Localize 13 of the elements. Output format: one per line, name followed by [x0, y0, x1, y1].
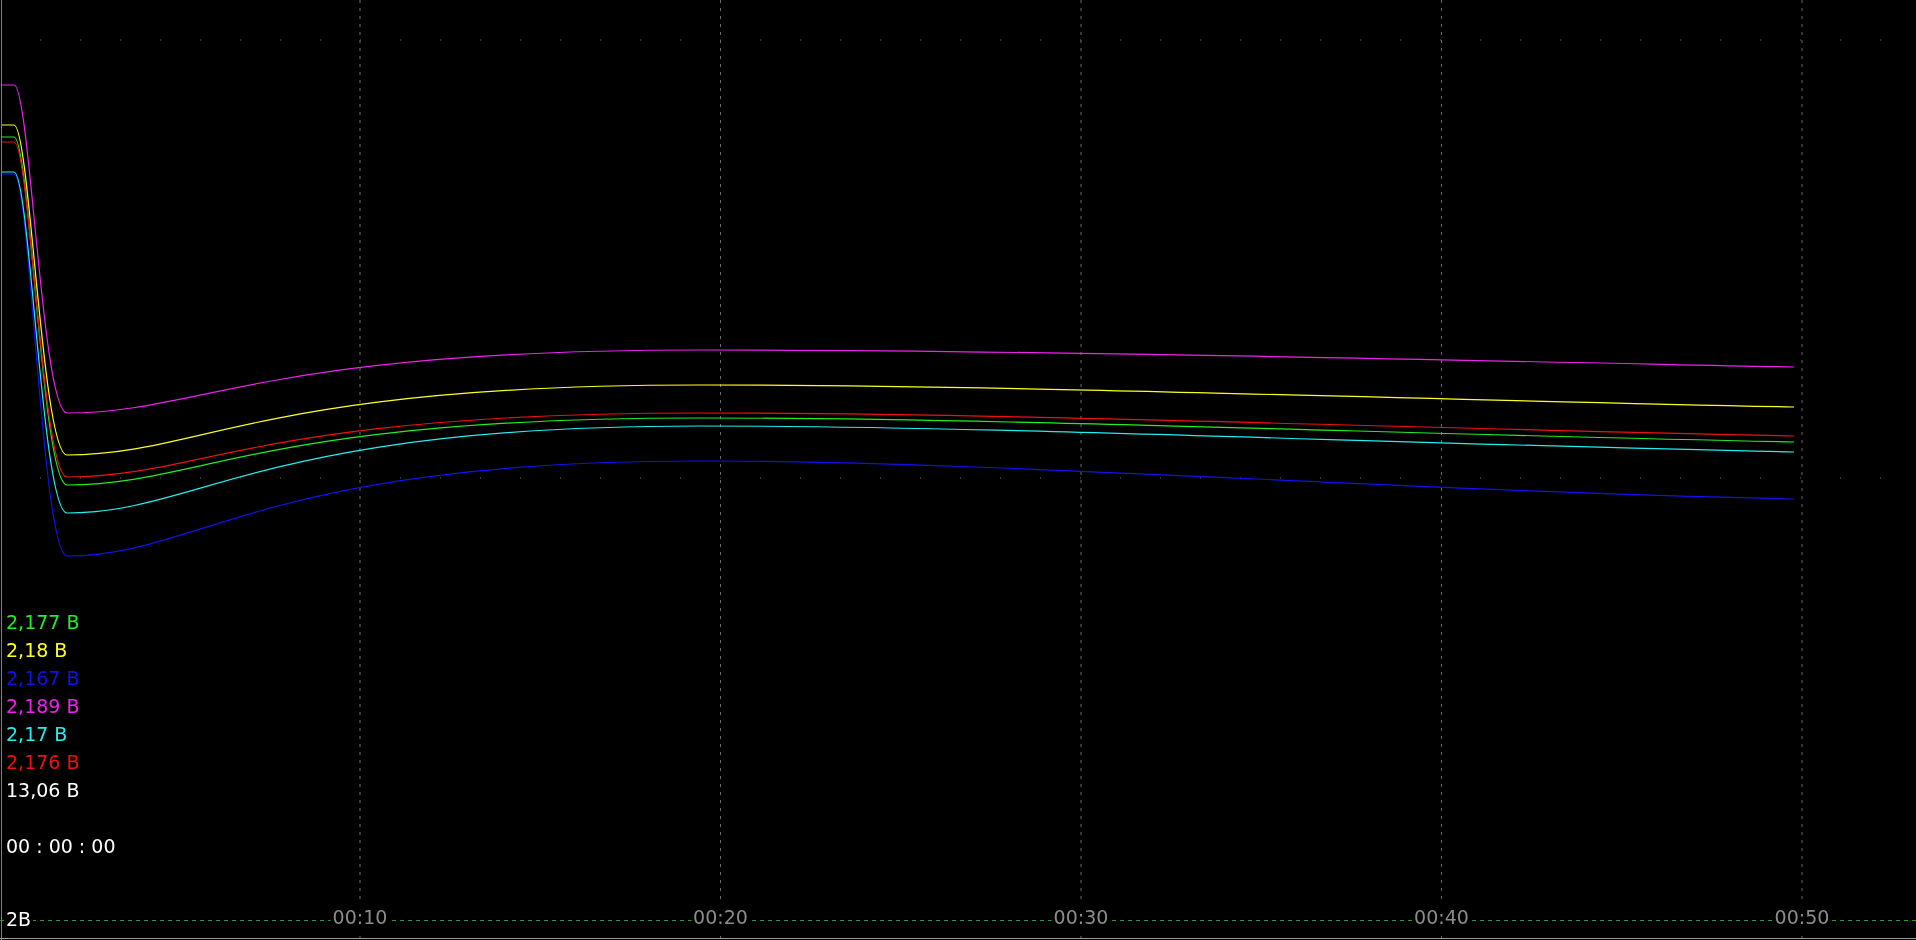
voltage-reading: 2,18 В — [6, 638, 69, 663]
elapsed-timer: 00 : 00 : 00 — [6, 834, 116, 859]
voltage-reading: 2,177 В — [6, 610, 81, 635]
time-tick-label: 00:40 — [1412, 903, 1471, 931]
time-tick-label: 00:10 — [330, 903, 390, 931]
voltage-reading: 2,167 В — [6, 666, 81, 691]
time-tick-label: 00:20 — [691, 903, 750, 931]
voltage-reading: 2,176 В — [6, 750, 81, 775]
voltage-reading: 2,17 В — [6, 722, 69, 747]
voltage-reading: 13,06 В — [6, 778, 81, 803]
time-tick-label: 00:50 — [1772, 903, 1832, 931]
voltage-reading: 2,189 В — [6, 694, 81, 719]
time-tick-label: 00:30 — [1051, 903, 1111, 931]
